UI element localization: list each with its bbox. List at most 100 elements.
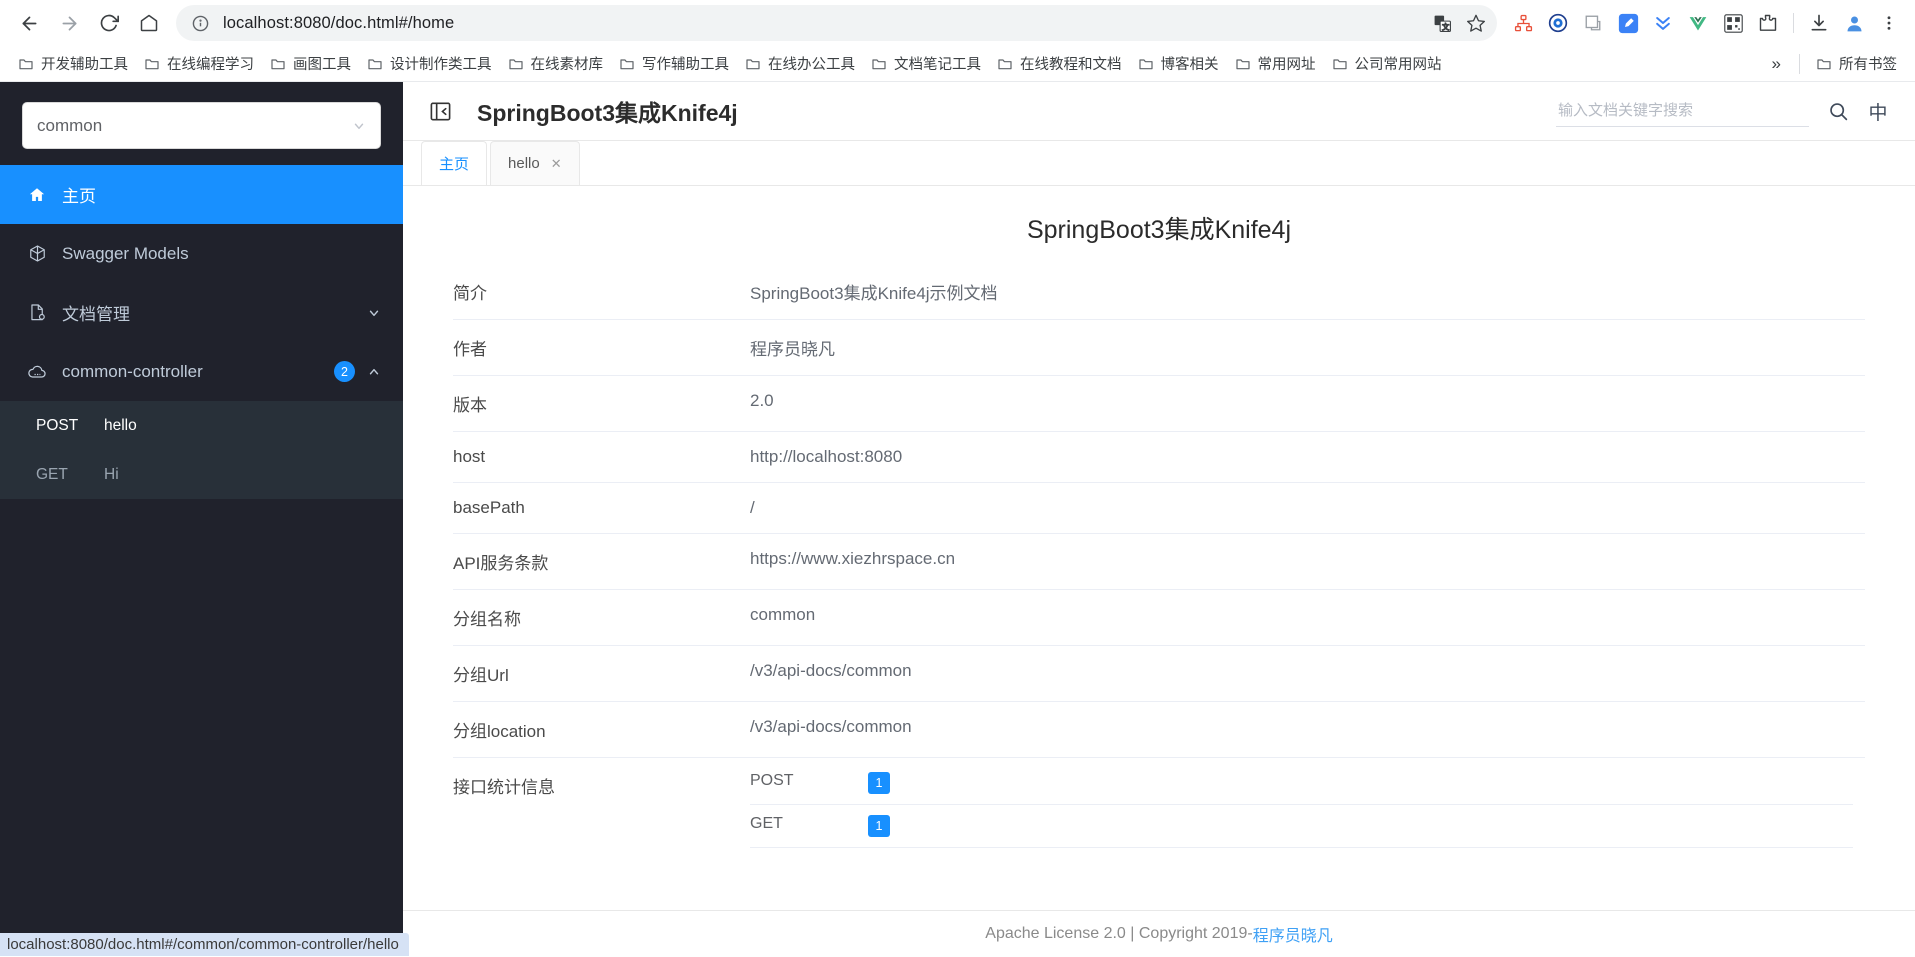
sidebar-item-label: Swagger Models xyxy=(62,243,189,263)
group-select[interactable]: common xyxy=(22,102,381,149)
tab-hello[interactable]: hello ✕ xyxy=(490,141,580,185)
sidebar-item-common-controller[interactable]: common-controller 2 xyxy=(0,342,403,401)
footer-author-link[interactable]: 程序员晓凡 xyxy=(1253,922,1333,946)
all-bookmarks-button[interactable]: 所有书签 xyxy=(1808,49,1905,78)
cloud-icon xyxy=(26,361,48,383)
language-toggle-button[interactable]: 中 xyxy=(1859,91,1897,131)
http-method-label: POST xyxy=(36,416,79,434)
sidebar-item-swagger-models[interactable]: Swagger Models xyxy=(0,224,403,283)
table-row: 分组location /v3/api-docs/common xyxy=(453,702,1865,758)
search-box[interactable] xyxy=(1556,96,1809,127)
table-row: 版本 2.0 xyxy=(453,376,1865,432)
stats-row: POST 1 xyxy=(750,762,1853,805)
stats-row: GET 1 xyxy=(750,805,1853,848)
folder-icon xyxy=(508,56,524,72)
tab-home[interactable]: 主页 xyxy=(421,141,488,185)
bookmark-folder[interactable]: 画图工具 xyxy=(262,49,359,78)
header-actions: 中 xyxy=(1556,91,1897,131)
row-label: 接口统计信息 xyxy=(453,778,555,797)
translate-icon[interactable]: G 文 xyxy=(1427,8,1457,38)
puzzle-extension-icon[interactable] xyxy=(1752,7,1784,39)
bookmark-label: 公司常用网站 xyxy=(1354,57,1442,73)
row-label: 版本 xyxy=(453,396,487,415)
row-value: /v3/api-docs/common xyxy=(750,661,912,680)
row-value: common xyxy=(750,605,816,624)
sidebar-item-badge: 2 xyxy=(334,361,355,382)
tabs-bar: 主页 hello ✕ xyxy=(403,141,1915,186)
folder-icon xyxy=(1816,56,1832,72)
row-value: POST 1 GET 1 xyxy=(738,758,1865,864)
menu-fold-icon[interactable] xyxy=(425,96,455,126)
bookmarks-overflow-button[interactable]: » xyxy=(1762,50,1791,78)
bookmark-folder[interactable]: 开发辅助工具 xyxy=(10,49,136,78)
content-area: SpringBoot3集成Knife4j 简介 SpringBoot3集成Kni… xyxy=(403,186,1915,910)
home-icon xyxy=(26,184,48,206)
sidebar-item-doc-management[interactable]: 文档管理 xyxy=(0,283,403,342)
row-label: API服务条款 xyxy=(453,554,549,573)
folder-icon xyxy=(745,56,761,72)
address-bar[interactable]: localhost:8080/doc.html#/home G 文 xyxy=(176,5,1497,41)
table-row: API服务条款 https://www.xiezhrspace.cn xyxy=(453,534,1865,590)
bookmark-folder[interactable]: 公司常用网站 xyxy=(1324,49,1450,78)
bookmark-label: 画图工具 xyxy=(293,57,351,73)
main-panel: SpringBoot3集成Knife4j 中 主页 hello ✕ Sprin xyxy=(403,82,1915,956)
tab-label: 主页 xyxy=(439,156,470,173)
sidebar-subitem-hi[interactable]: GET Hi xyxy=(0,450,403,499)
row-value: 程序员晓凡 xyxy=(750,340,835,359)
back-button[interactable] xyxy=(10,4,48,42)
bookmark-folder[interactable]: 博客相关 xyxy=(1130,49,1227,78)
table-row: host http://localhost:8080 xyxy=(453,432,1865,483)
sidebar-item-home[interactable]: 主页 xyxy=(0,165,403,224)
bookmark-star-icon[interactable] xyxy=(1461,8,1491,38)
search-icon[interactable] xyxy=(1817,91,1859,131)
chevron-up-icon xyxy=(367,365,381,379)
footer: Apache License 2.0 | Copyright 2019- 程序员晓… xyxy=(403,910,1915,956)
chevrons-down-extension-icon[interactable] xyxy=(1647,7,1679,39)
clipboard-extension-icon[interactable] xyxy=(1577,7,1609,39)
profile-avatar-icon[interactable] xyxy=(1838,7,1870,39)
chrome-menu-icon[interactable] xyxy=(1873,7,1905,39)
bookmark-folder[interactable]: 在线办公工具 xyxy=(737,49,863,78)
folder-icon xyxy=(1235,56,1251,72)
status-bar: localhost:8080/doc.html#/common/common-c… xyxy=(0,933,409,956)
bookmark-folder[interactable]: 设计制作类工具 xyxy=(359,49,500,78)
bookmark-label: 在线编程学习 xyxy=(167,57,254,73)
bookmark-folder[interactable]: 在线教程和文档 xyxy=(989,49,1130,78)
sidebar-item-label: 主页 xyxy=(62,187,96,206)
search-input[interactable] xyxy=(1556,101,1809,120)
vue-extension-icon[interactable] xyxy=(1682,7,1714,39)
qrcode-extension-icon[interactable] xyxy=(1717,7,1749,39)
bookmark-folder[interactable]: 文档笔记工具 xyxy=(863,49,989,78)
sidebar-subitem-hello[interactable]: POST hello xyxy=(0,401,403,450)
downloads-icon[interactable] xyxy=(1803,7,1835,39)
main-header: SpringBoot3集成Knife4j 中 xyxy=(403,82,1915,141)
folder-icon xyxy=(367,56,383,72)
footer-text: Apache License 2.0 | Copyright 2019- xyxy=(985,924,1253,942)
close-icon[interactable]: ✕ xyxy=(551,156,562,172)
row-value: 2.0 xyxy=(750,391,774,410)
tab-label: hello xyxy=(508,155,540,172)
site-info-icon[interactable] xyxy=(190,13,210,33)
reload-button[interactable] xyxy=(90,4,128,42)
pencil-extension-icon[interactable] xyxy=(1612,7,1644,39)
bookmarks-divider xyxy=(1799,53,1800,74)
omnibox-actions: G 文 xyxy=(1427,8,1491,38)
forward-button[interactable] xyxy=(50,4,88,42)
bookmark-folder[interactable]: 写作辅助工具 xyxy=(611,49,737,78)
table-row: basePath / xyxy=(453,483,1865,534)
page-title: SpringBoot3集成Knife4j xyxy=(477,100,738,126)
bookmark-folder[interactable]: 常用网址 xyxy=(1227,49,1324,78)
home-button[interactable] xyxy=(130,4,168,42)
bookmark-folder[interactable]: 在线编程学习 xyxy=(136,49,262,78)
bookmark-label: 设计制作类工具 xyxy=(390,57,492,73)
bookmark-folder[interactable]: 在线素材库 xyxy=(500,49,612,78)
cube-icon xyxy=(26,243,48,265)
stats-count-cell: 1 xyxy=(868,762,1853,805)
table-row: 简介 SpringBoot3集成Knife4j示例文档 xyxy=(453,264,1865,320)
status-badge: 1 xyxy=(868,815,890,837)
folder-icon xyxy=(997,56,1013,72)
sitemap-extension-icon[interactable] xyxy=(1507,7,1539,39)
folder-icon xyxy=(270,56,286,72)
circle-extension-icon[interactable] xyxy=(1542,7,1574,39)
sidebar-item-label: 文档管理 xyxy=(62,305,130,324)
